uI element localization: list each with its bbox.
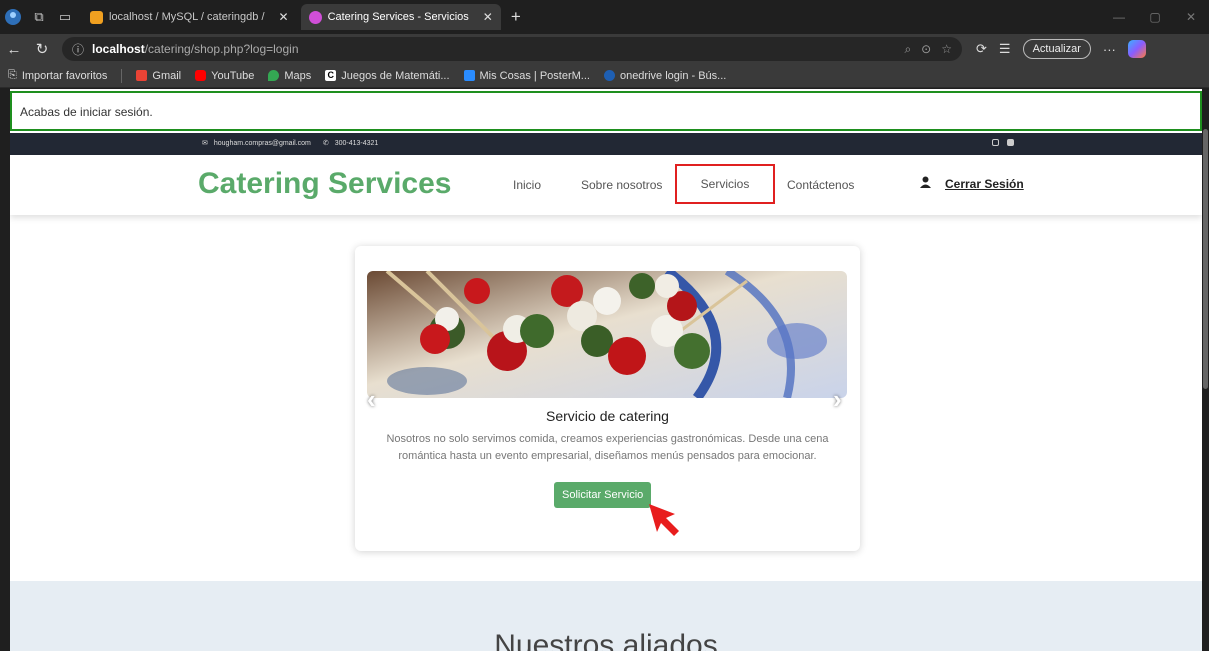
user-icon bbox=[920, 176, 931, 191]
nav-servicios[interactable]: Servicios bbox=[675, 164, 775, 204]
red-arrow-cursor-icon bbox=[649, 504, 679, 536]
url-host: localhost bbox=[92, 42, 145, 56]
c-icon: C bbox=[325, 70, 337, 81]
login-alert: Acabas de iniciar sesión. bbox=[10, 91, 1202, 131]
browser-window: ⧉ ▭ localhost / MySQL / cateringdb / ✕ C… bbox=[0, 0, 1209, 651]
bookmark-label: Maps bbox=[284, 69, 312, 82]
maps-icon bbox=[268, 70, 280, 81]
tab-label: Catering Services - Servicios bbox=[327, 11, 469, 23]
bookmark-label: YouTube bbox=[211, 69, 255, 82]
refresh-icon[interactable]: ↻ bbox=[28, 40, 56, 58]
poster-icon bbox=[463, 70, 475, 81]
bookmark-label: Mis Cosas | PosterM... bbox=[479, 69, 590, 82]
bookmark-youtube[interactable]: YouTube bbox=[195, 70, 254, 82]
service-card: ‹ › Servicio de catering Nosotros no sol… bbox=[355, 246, 860, 551]
more-menu-icon[interactable]: ··· bbox=[1103, 42, 1116, 57]
favorite-star-icon[interactable]: ☆ bbox=[941, 42, 952, 57]
logout-link[interactable]: Cerrar Sesión bbox=[945, 177, 1024, 191]
card-description: Nosotros no solo servimos comida, creamo… bbox=[386, 433, 829, 462]
nav-contactenos[interactable]: Contáctenos bbox=[787, 178, 854, 192]
url-input[interactable]: ⓘ localhost/catering/shop.php?log=login … bbox=[62, 37, 962, 61]
tab-actions-icon[interactable]: ▭ bbox=[52, 4, 78, 30]
close-tab-icon[interactable]: ✕ bbox=[483, 10, 493, 24]
import-icon: ⎘ bbox=[8, 69, 17, 81]
back-icon[interactable]: ← bbox=[0, 41, 28, 58]
extensions-icon[interactable]: ⟳ bbox=[976, 41, 987, 57]
new-tab-icon[interactable]: + bbox=[511, 7, 521, 27]
tab-bar: ⧉ ▭ localhost / MySQL / cateringdb / ✕ C… bbox=[0, 0, 1209, 34]
top-contact-bar: ✉ hougham.compras@gmail.com ✆ 300-413-43… bbox=[10, 133, 1202, 155]
scrollbar-thumb[interactable] bbox=[1203, 129, 1208, 389]
nav-sobre-nosotros[interactable]: Sobre nosotros bbox=[581, 178, 662, 192]
instagram-icon[interactable] bbox=[992, 139, 999, 146]
search-icon bbox=[603, 70, 615, 81]
request-service-button[interactable]: Solicitar Servicio bbox=[554, 482, 652, 508]
minimize-icon[interactable]: — bbox=[1101, 10, 1137, 24]
site-logo[interactable]: Catering Services bbox=[198, 167, 451, 201]
contact-phone[interactable]: 300-413-4321 bbox=[335, 140, 379, 147]
phone-icon: ✆ bbox=[322, 140, 329, 147]
partners-section: Nuestros aliados bbox=[10, 581, 1202, 651]
zoom-icon[interactable]: ⌕ bbox=[904, 42, 911, 57]
close-window-icon[interactable]: ✕ bbox=[1173, 10, 1209, 24]
gmail-icon bbox=[136, 70, 148, 81]
window-controls: — ▢ ✕ bbox=[1101, 0, 1209, 34]
site-favicon-icon bbox=[308, 10, 322, 24]
bookmark-import[interactable]: ⎘ Importar favoritos bbox=[8, 69, 107, 82]
url-path: /catering/shop.php?log=login bbox=[144, 42, 299, 56]
bookmark-label: Importar favoritos bbox=[21, 69, 108, 82]
bookmark-postermywall[interactable]: Mis Cosas | PosterM... bbox=[463, 69, 590, 82]
update-button[interactable]: Actualizar bbox=[1022, 39, 1091, 59]
favorites-icon[interactable]: ☰ bbox=[999, 41, 1011, 57]
tab-phpmyadmin[interactable]: localhost / MySQL / cateringdb / ✕ bbox=[82, 4, 297, 30]
page-scrollbar[interactable] bbox=[1202, 89, 1209, 651]
bookmark-onedrive[interactable]: onedrive login - Bús... bbox=[603, 69, 727, 82]
window-edge bbox=[0, 89, 10, 651]
tab-label: localhost / MySQL / cateringdb / bbox=[109, 11, 265, 23]
bookmark-juegos[interactable]: C Juegos de Matemáti... bbox=[325, 69, 450, 82]
mail-icon: ✉ bbox=[202, 140, 208, 147]
bookmark-maps[interactable]: Maps bbox=[268, 70, 311, 82]
contact-email[interactable]: hougham.compras@gmail.com bbox=[214, 140, 311, 147]
divider bbox=[121, 68, 123, 83]
bookmark-gmail[interactable]: Gmail bbox=[136, 70, 181, 82]
youtube-icon bbox=[195, 70, 207, 81]
card-title: Servicio de catering bbox=[546, 408, 669, 424]
social-icon[interactable] bbox=[1007, 139, 1014, 146]
partners-title: Nuestros aliados bbox=[494, 629, 718, 651]
site-header: Catering Services Inicio Sobre nosotros … bbox=[10, 155, 1202, 215]
profile-icon[interactable] bbox=[0, 4, 26, 30]
bookmarks-bar: ⎘ Importar favoritos Gmail YouTube Maps … bbox=[0, 64, 1209, 88]
nav-inicio[interactable]: Inicio bbox=[513, 178, 541, 192]
bookmark-label: Juegos de Matemáti... bbox=[341, 69, 450, 82]
site-info-icon[interactable]: ⓘ bbox=[72, 41, 84, 58]
copilot-icon[interactable] bbox=[1127, 40, 1146, 58]
bookmark-label: onedrive login - Bús... bbox=[619, 69, 727, 82]
tab-catering[interactable]: Catering Services - Servicios ✕ bbox=[300, 4, 501, 30]
address-bar: ← ↻ ⓘ localhost/catering/shop.php?log=lo… bbox=[0, 34, 1209, 64]
phpmyadmin-icon bbox=[90, 10, 103, 24]
maximize-icon[interactable]: ▢ bbox=[1137, 10, 1173, 24]
workspaces-icon[interactable]: ⧉ bbox=[26, 4, 52, 30]
bookmark-label: Gmail bbox=[152, 69, 182, 82]
page-viewport: Acabas de iniciar sesión. ✉ hougham.comp… bbox=[10, 89, 1202, 651]
close-tab-icon[interactable]: ✕ bbox=[279, 10, 289, 24]
carousel-image bbox=[367, 271, 847, 398]
more-info-icon[interactable]: ⊙ bbox=[921, 42, 931, 57]
